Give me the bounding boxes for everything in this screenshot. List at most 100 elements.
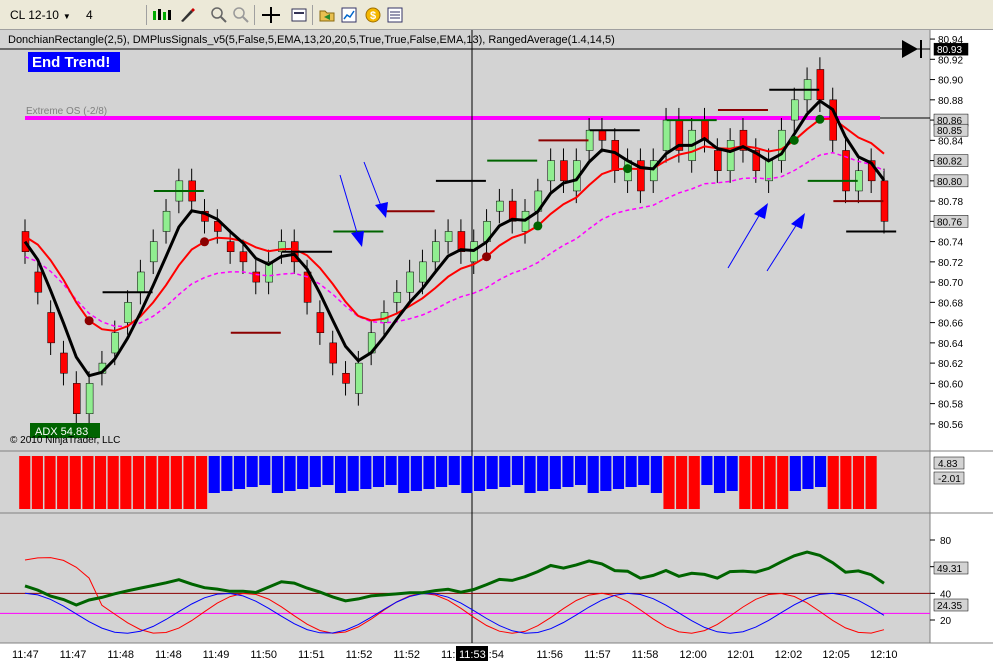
toolbar-separator [312, 5, 313, 25]
folder-icon[interactable] [318, 6, 336, 24]
time-label: 11:58 [632, 649, 659, 661]
osc-tick-label: 20 [940, 616, 952, 627]
pencil-draw-icon[interactable] [178, 6, 196, 24]
histogram-marker-label: -2.01 [938, 474, 961, 485]
histogram-bar-red [120, 456, 132, 509]
histogram-bar-red [827, 456, 839, 509]
histogram-bar-red [183, 456, 195, 509]
end-trend-text: End Trend! [32, 54, 110, 71]
properties-icon[interactable] [290, 6, 308, 24]
bull-candle [432, 241, 440, 263]
price-tick-label: 80.64 [938, 339, 963, 350]
price-tick-label: 80.92 [938, 55, 963, 66]
signal-dot [84, 316, 94, 326]
histogram-bar-red [158, 456, 170, 509]
histogram-bar-blue [385, 456, 397, 485]
histogram-bar-blue [612, 456, 625, 489]
bull-candle [393, 291, 402, 303]
bull-candle [726, 140, 735, 171]
histogram-bar-red [69, 456, 81, 509]
histogram-bar-blue [208, 456, 220, 493]
histogram-bar-blue [334, 456, 347, 493]
bear-candle [47, 312, 55, 344]
osc-tick-label: 80 [940, 536, 952, 547]
histogram-bar-red [676, 456, 688, 509]
histogram-bar-blue [259, 456, 271, 485]
histogram-bar-blue [625, 456, 637, 487]
histogram-bar-blue [372, 456, 385, 487]
instrument-selector[interactable]: CL 12-10 ▼ [6, 5, 80, 25]
copyright-label: © 2010 NinjaTrader, LLC [10, 435, 120, 446]
toolbar-separator [254, 5, 255, 25]
price-tick-label: 80.66 [938, 319, 963, 330]
price-chart[interactable]: DonchianRectangle(2,5), DMPlusSignals_v5… [0, 30, 993, 666]
osc-value-label: 49.31 [937, 564, 962, 575]
oscillator-panel-bg [0, 513, 930, 643]
bear-candle [60, 352, 68, 374]
bull-candle [137, 271, 145, 293]
crosshair-icon[interactable] [260, 6, 282, 24]
histogram-bar-red [31, 456, 43, 509]
price-marker-label: 80.82 [937, 157, 962, 168]
zoom-out-icon[interactable] [232, 6, 250, 24]
bear-candle [252, 271, 261, 283]
price-tick-label: 80.58 [938, 400, 963, 411]
bull-candle [547, 160, 555, 182]
histogram-bar-blue [410, 456, 422, 491]
bear-candle [816, 69, 825, 101]
histogram-bar-red [132, 456, 145, 509]
histogram-bar-blue [549, 456, 561, 489]
histogram-bar-red [688, 456, 700, 509]
histogram-bar-blue [398, 456, 410, 493]
indicators-label: DonchianRectangle(2,5), DMPlusSignals_v5… [8, 34, 615, 46]
time-label: 11:57 [584, 649, 611, 661]
bear-candle [239, 251, 248, 263]
histogram-bar-blue [524, 456, 536, 493]
histogram-bar-red [107, 456, 119, 509]
bear-candle [226, 241, 235, 252]
period-selector[interactable]: 4 Range▼ [82, 5, 144, 42]
histogram-bar-blue [461, 456, 473, 493]
histogram-bar-red [145, 456, 157, 509]
bar-style-icon[interactable] [150, 6, 176, 24]
bull-candle [791, 99, 799, 121]
list-icon[interactable] [386, 6, 404, 24]
histogram-bar-red [764, 456, 776, 509]
bull-candle [444, 231, 453, 242]
bull-candle [111, 332, 119, 354]
histogram-bar-blue [562, 456, 574, 487]
osc-value-label: 24.35 [937, 601, 962, 612]
price-tick-label: 80.60 [938, 379, 963, 390]
time-label: 11:50 [250, 649, 277, 661]
bear-candle [34, 271, 43, 293]
zoom-in-icon[interactable] [210, 6, 228, 24]
histogram-bar-blue [650, 456, 662, 493]
time-label: 12:05 [822, 649, 850, 661]
histogram-bar-blue [473, 456, 486, 491]
chart-icon[interactable] [340, 6, 358, 24]
histogram-bar-red [751, 456, 763, 509]
chevron-down-icon: ▼ [62, 12, 71, 21]
dollar-icon[interactable]: $ [364, 6, 382, 24]
histogram-bar-blue [537, 456, 549, 491]
price-tick-label: 80.62 [938, 359, 963, 370]
histogram-bar-red [739, 456, 751, 509]
bear-candle [73, 383, 81, 414]
bull-candle [662, 119, 671, 151]
bull-candle [85, 383, 94, 414]
price-tick-label: 80.90 [938, 76, 963, 87]
bull-candle [406, 271, 414, 293]
histogram-bar-blue [271, 456, 283, 493]
histogram-bar-blue [575, 456, 587, 485]
histogram-bar-blue [789, 456, 801, 491]
bull-candle [496, 200, 504, 212]
bear-candle [560, 160, 568, 182]
histogram-bar-blue [309, 456, 321, 487]
bull-candle [162, 210, 171, 232]
time-label: 11:52 [346, 649, 373, 661]
bull-candle [355, 362, 363, 394]
time-label: 11:48 [155, 649, 182, 661]
histogram-bar-red [865, 456, 877, 509]
histogram-bar-red [196, 456, 208, 509]
histogram-bar-red [170, 456, 182, 509]
